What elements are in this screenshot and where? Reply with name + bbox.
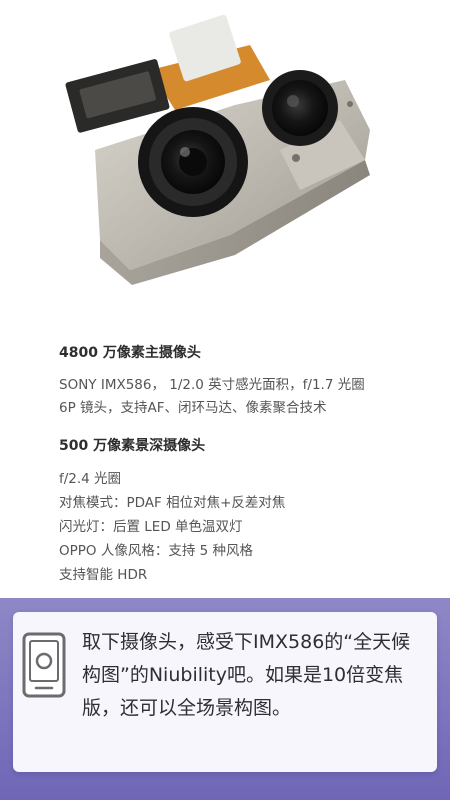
phone-icon [22,632,66,698]
main-camera-spec-line: SONY IMX586， 1/2.0 英寸感光面积，f/1.7 光圈 [59,377,365,393]
main-camera-spec-line: 6P 镜头，支持AF、闭环马达、像素聚合技术 [59,400,327,416]
tip-text: 取下摄像头，感受下IMX586的“全天候构图”的Niubility吧。如果是10… [82,631,411,719]
depth-camera-spec-line: f/2.4 光圈 [59,471,122,487]
depth-camera-spec-line: 支持智能 HDR [59,567,148,583]
depth-camera-title: 500 万像素景深摄像头 [59,438,206,454]
depth-camera-spec-line: 对焦模式：PDAF 相位对焦+反差对焦 [59,495,286,511]
camera-module-photo [0,0,450,330]
main-camera-title: 4800 万像素主摄像头 [59,345,201,361]
depth-camera-spec-line: 闪光灯：后置 LED 单色温双灯 [59,519,243,535]
depth-camera-spec-line: OPPO 人像风格：支持 5 种风格 [59,543,253,559]
